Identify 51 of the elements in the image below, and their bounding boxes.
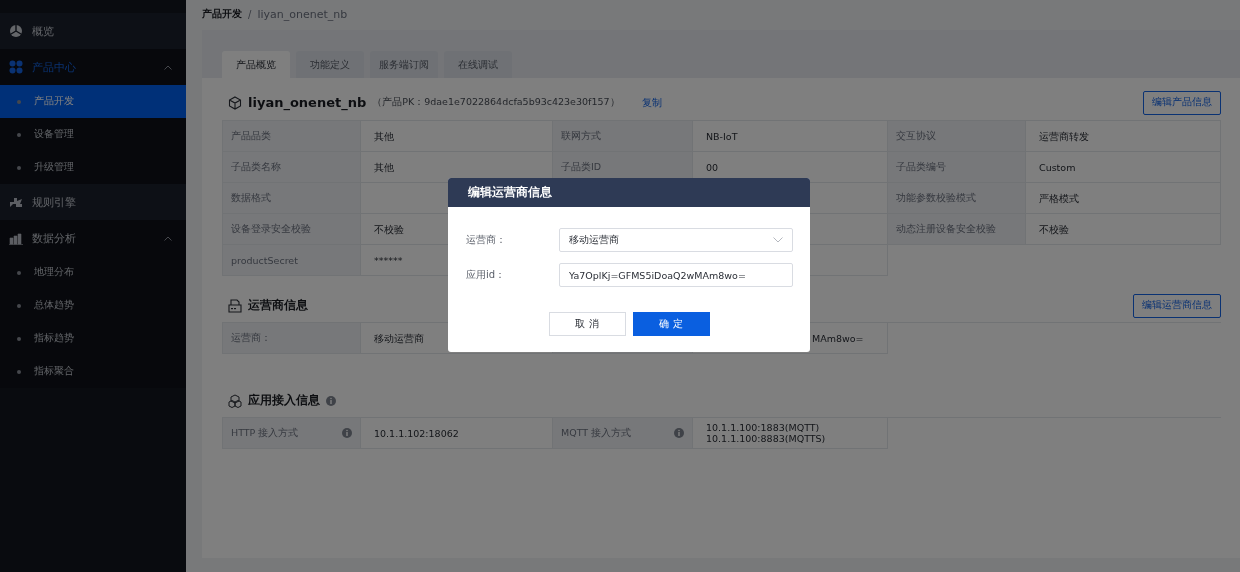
chevron-down-icon (773, 237, 783, 243)
bullet-icon (17, 165, 21, 170)
app-id-field[interactable]: Ya7OplKj=GFMS5iDoaQ2wMAm8wo= (559, 263, 793, 287)
submenu-item[interactable]: 产品开发 (0, 85, 186, 118)
dialog-title: 编辑运营商信息 (448, 178, 810, 207)
breadcrumb-separator: / (248, 8, 252, 20)
bullet-icon (17, 336, 21, 341)
product-key: （产品PK：9dae1e7022864dcfa5b93c423e30f157） (372, 96, 620, 109)
submenu-item[interactable]: 总体趋势 (0, 289, 186, 322)
tab[interactable]: 产品概览 (222, 51, 290, 78)
menu-item[interactable]: 概览 (0, 13, 186, 49)
submenu-item[interactable]: 设备管理 (0, 118, 186, 151)
value-cell: 运营商转发 (1026, 121, 1221, 152)
breadcrumb-item: liyan_onenet_nb (257, 7, 348, 21)
value-cell: 不校验 (1026, 214, 1221, 245)
product-name: liyan_onenet_nb (248, 95, 367, 110)
breadcrumb-item[interactable]: 产品开发 (202, 7, 242, 21)
tab[interactable]: 服务端订阅 (370, 51, 438, 78)
section-title: 运营商信息 (248, 297, 308, 314)
bullet-icon (17, 303, 21, 308)
puzzle-icon (9, 195, 23, 209)
copy-link[interactable]: 复制 (641, 95, 662, 110)
printer-icon (228, 298, 242, 313)
label-cell: productSecret (223, 245, 361, 276)
submenu-item[interactable]: 地理分布 (0, 256, 186, 289)
submenu-item[interactable]: 指标趋势 (0, 322, 186, 355)
submenu-item[interactable]: 指标聚合 (0, 355, 186, 388)
tab[interactable]: 在线调试 (444, 51, 512, 78)
boxes-icon (228, 393, 242, 408)
bullet-icon (17, 99, 21, 104)
field-label: 运营商： (466, 233, 507, 247)
value-cell: 10.1.1.100:1883(MQTT) 10.1.1.100:8883(MQTTS) (693, 418, 888, 449)
menu-item[interactable]: 规则引擎 (0, 184, 186, 220)
cube-icon (228, 95, 242, 110)
value-cell: Custom (1026, 152, 1221, 183)
bullet-icon (17, 270, 21, 275)
caret-up-icon (164, 235, 172, 241)
edit-product-button[interactable]: 编辑产品信息 (1143, 90, 1221, 115)
confirm-button[interactable]: 确 定 (632, 312, 710, 336)
bullet-icon (17, 369, 21, 374)
value-cell: 严格模式 (1026, 183, 1221, 214)
caret-up-icon (164, 64, 172, 70)
grid-icon (9, 60, 23, 74)
bullet-icon (17, 132, 21, 137)
bar-chart-icon (9, 231, 23, 245)
operator-select[interactable]: 移动运营商 (559, 228, 793, 252)
submenu-item[interactable]: 升级管理 (0, 151, 186, 184)
cancel-button[interactable]: 取 消 (548, 312, 626, 336)
edit-operator-button[interactable]: 编辑运营商信息 (1133, 293, 1221, 318)
pie-chart-icon (9, 24, 23, 38)
section-title: 应用接入信息 (248, 392, 320, 409)
